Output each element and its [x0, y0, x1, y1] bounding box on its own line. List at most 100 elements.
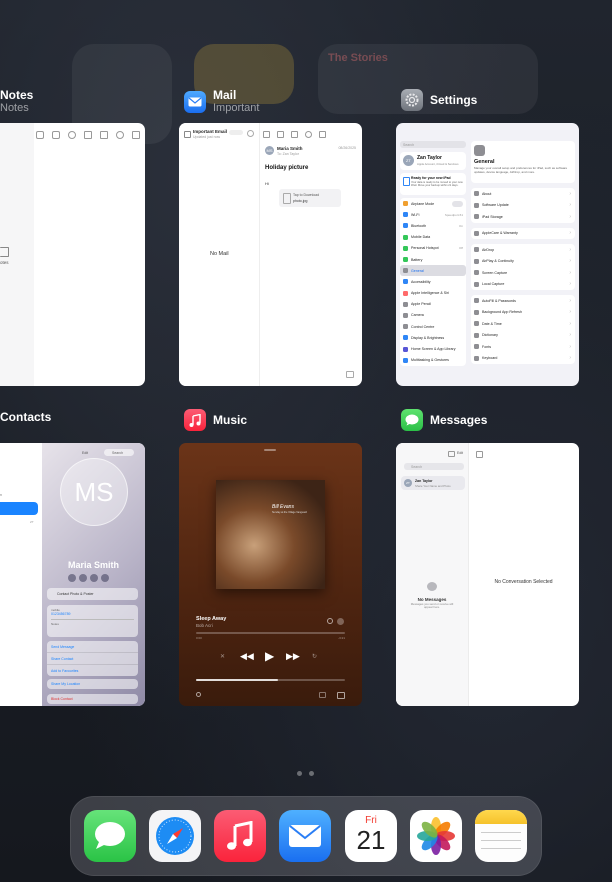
- lyrics-icon[interactable]: [196, 692, 201, 697]
- edit-button[interactable]: Edit: [457, 451, 463, 455]
- messages-app-label[interactable]: Messages: [401, 409, 487, 431]
- more-icon[interactable]: [132, 131, 140, 139]
- photos-icon[interactable]: [410, 810, 462, 862]
- general-item[interactable]: Dictionary ›: [471, 330, 575, 342]
- music-app-label[interactable]: Music: [184, 409, 247, 431]
- mobile-value[interactable]: 0123456789: [51, 612, 70, 616]
- music-icon[interactable]: [214, 810, 266, 862]
- general-item[interactable]: About ›: [471, 188, 575, 200]
- notes-app-card[interactable]: otes: [0, 123, 145, 386]
- trash-icon[interactable]: [291, 131, 298, 138]
- share-location-row[interactable]: Share My Location: [47, 679, 138, 689]
- general-item[interactable]: Date & Time ›: [471, 318, 575, 330]
- general-item[interactable]: Screen Capture ›: [471, 267, 575, 279]
- message-action-icon[interactable]: [68, 574, 76, 582]
- shuffle-icon[interactable]: ✕: [220, 653, 225, 660]
- settings-item[interactable]: Apple Intelligence & Siri: [400, 288, 466, 299]
- page-indicator-dot[interactable]: [309, 771, 314, 776]
- call-action-icon[interactable]: [79, 574, 87, 582]
- calendar-icon[interactable]: Fri 21: [345, 810, 397, 862]
- general-item[interactable]: AppleCare & Warranty ›: [471, 228, 575, 240]
- general-item[interactable]: Software Update ›: [471, 200, 575, 212]
- settings-item[interactable]: Multitasking & Gestures: [400, 355, 466, 366]
- filter-icon[interactable]: [247, 130, 254, 137]
- settings-item[interactable]: Apple Pencil: [400, 299, 466, 310]
- progress-bar[interactable]: [196, 632, 345, 634]
- settings-item[interactable]: Accessibility: [400, 276, 466, 287]
- settings-item[interactable]: Airplane Mode: [400, 198, 466, 209]
- general-item[interactable]: AirPlay & Continuity ›: [471, 256, 575, 268]
- settings-item[interactable]: General: [400, 265, 466, 277]
- general-item[interactable]: iPad Storage ›: [471, 211, 575, 223]
- mail-action-icon[interactable]: [101, 574, 109, 582]
- contact-photo-row[interactable]: Contact Photo & Poster: [47, 588, 138, 600]
- sidebar-toggle-icon[interactable]: [184, 131, 191, 138]
- messages-search-input[interactable]: Search: [404, 463, 464, 470]
- volume-slider[interactable]: [196, 679, 345, 681]
- queue-icon[interactable]: [337, 692, 345, 699]
- block-contact-row[interactable]: Block Contact: [47, 694, 138, 704]
- compose-icon[interactable]: [476, 451, 483, 458]
- edit-button[interactable]: Edit: [82, 451, 88, 455]
- filter-icon[interactable]: [448, 451, 455, 457]
- settings-item[interactable]: Control Centre: [400, 321, 466, 332]
- mail-app-label[interactable]: Mail Important: [184, 88, 259, 115]
- settings-item[interactable]: Personal Hotspot Off: [400, 243, 466, 254]
- general-item[interactable]: Fonts ›: [471, 341, 575, 353]
- notes-icon[interactable]: [475, 810, 527, 862]
- ready-banner[interactable]: Ready for your new iPad Your data is rea…: [400, 173, 466, 195]
- previous-track-icon[interactable]: ◀◀: [240, 651, 254, 662]
- general-item[interactable]: Background App Refresh ›: [471, 307, 575, 319]
- mail-app-card[interactable]: Important Email Updated just now No Mail…: [179, 123, 362, 386]
- mail-icon[interactable]: [279, 810, 331, 862]
- airplane-mode-toggle[interactable]: [452, 200, 463, 207]
- general-item[interactable]: Keyboard ›: [471, 353, 575, 365]
- airplay-icon[interactable]: [319, 692, 326, 698]
- page-indicator-dot[interactable]: [297, 771, 302, 776]
- contact-action-row[interactable]: Send Message: [47, 641, 138, 652]
- general-item[interactable]: AutoFill & Passwords ›: [471, 295, 575, 307]
- move-icon[interactable]: [277, 131, 284, 138]
- messages-app-card[interactable]: Edit Search ZT Zan Taylor Share Your Nam…: [396, 443, 579, 706]
- next-track-icon[interactable]: ▶▶: [286, 651, 300, 662]
- settings-app-card[interactable]: Search ZT Zan Taylor Apple Account, iClo…: [396, 123, 579, 386]
- select-button[interactable]: [229, 130, 243, 135]
- share-name-banner[interactable]: ZT Zan Taylor Share Your Name and Photo: [401, 476, 465, 490]
- selected-contact-row[interactable]: [0, 502, 38, 515]
- contacts-app-card[interactable]: n ZT Edit Search MS Maria Smith Contact …: [0, 443, 145, 706]
- grabber[interactable]: [264, 449, 276, 451]
- contacts-app-label[interactable]: Contacts: [0, 410, 51, 424]
- safari-icon[interactable]: [149, 810, 201, 862]
- contacts-search-input[interactable]: Search: [104, 449, 134, 456]
- contact-action-row[interactable]: Add to Favourites: [47, 664, 138, 676]
- favorite-icon[interactable]: [327, 618, 333, 624]
- general-item[interactable]: Local Capture ›: [471, 279, 575, 291]
- share-icon[interactable]: [36, 131, 44, 139]
- compose-new-icon[interactable]: [346, 371, 354, 378]
- settings-item[interactable]: Wi-Fi Speedport-51: [400, 209, 466, 220]
- more-icon[interactable]: [337, 618, 344, 625]
- general-item[interactable]: AirDrop ›: [471, 244, 575, 256]
- settings-item[interactable]: Battery: [400, 254, 466, 265]
- settings-search-input[interactable]: Search: [400, 141, 466, 148]
- format-icon[interactable]: [52, 131, 60, 139]
- settings-item[interactable]: Bluetooth On: [400, 220, 466, 231]
- play-icon[interactable]: ▶: [265, 649, 274, 663]
- archive-icon[interactable]: [263, 131, 270, 138]
- compose-icon[interactable]: [319, 131, 326, 138]
- markup-icon[interactable]: [116, 131, 124, 139]
- music-app-card[interactable]: Bill Evans Sunday at the Village Vanguar…: [179, 443, 362, 706]
- repeat-icon[interactable]: ↻: [312, 653, 317, 660]
- settings-item[interactable]: Home Screen & App Library: [400, 343, 466, 354]
- settings-item[interactable]: Mobile Data: [400, 232, 466, 243]
- reply-icon[interactable]: [305, 131, 312, 138]
- attachment-icon[interactable]: [100, 131, 108, 139]
- notes-app-label[interactable]: Notes Notes: [0, 88, 33, 115]
- settings-item[interactable]: Camera: [400, 310, 466, 321]
- settings-item[interactable]: Display & Brightness: [400, 332, 466, 343]
- contact-action-row[interactable]: Share Contact: [47, 652, 138, 664]
- table-icon[interactable]: [84, 131, 92, 139]
- video-action-icon[interactable]: [90, 574, 98, 582]
- messages-icon[interactable]: [84, 810, 136, 862]
- settings-app-label[interactable]: Settings: [401, 89, 477, 111]
